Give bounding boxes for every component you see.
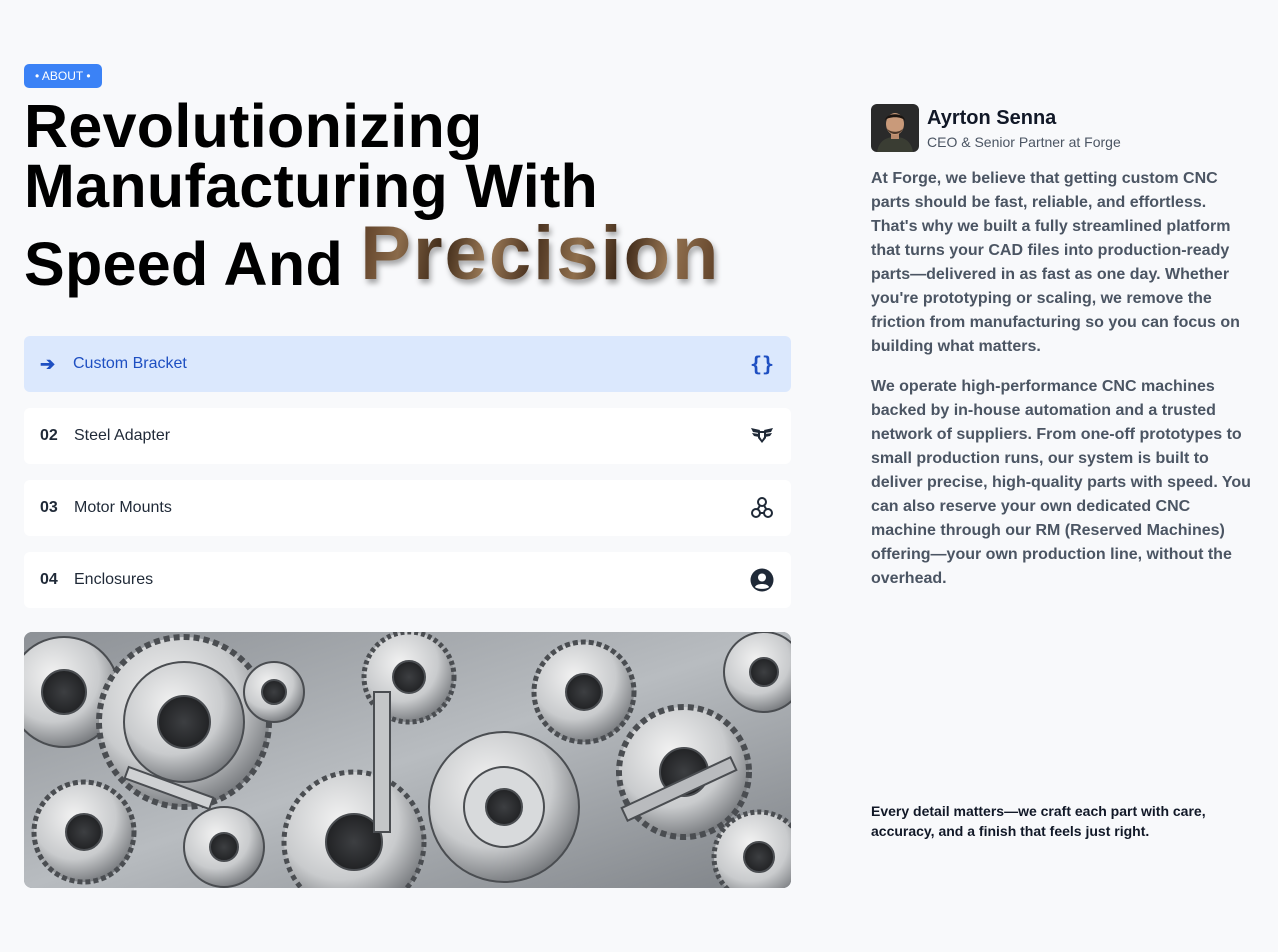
headline-line-3: Speed And Precision: [24, 216, 804, 295]
profile-role: CEO & Senior Partner at Forge: [927, 133, 1121, 150]
headline-highlight: Precision: [360, 211, 721, 296]
service-item-enclosures[interactable]: 04 Enclosures: [24, 552, 791, 608]
machinery-gears-image: [24, 632, 791, 888]
service-label: Motor Mounts: [74, 499, 172, 516]
user-circle-icon: [749, 567, 775, 593]
service-number: 04: [40, 571, 58, 588]
about-badge: • ABOUT •: [24, 64, 102, 88]
service-number: 02: [40, 427, 58, 444]
service-number: 03: [40, 499, 58, 516]
headline-prefix: Speed And: [24, 230, 344, 298]
service-label: Steel Adapter: [74, 427, 171, 444]
svg-text:{}: {}: [750, 352, 774, 376]
about-paragraph-1: At Forge, we believe that getting custom…: [871, 170, 1240, 355]
headline-line-1: Revolutionizing: [24, 92, 483, 160]
arrow-right-icon: ➔: [40, 353, 56, 374]
headline-line-2: Manufacturing With: [24, 152, 599, 220]
service-item-motor-mounts[interactable]: 03 Motor Mounts: [24, 480, 791, 536]
service-label: Enclosures: [74, 571, 154, 588]
winged-shield-icon: [749, 423, 775, 449]
nodes-icon: [749, 495, 775, 521]
ceo-profile: Ayrton Senna CEO & Senior Partner at For…: [871, 104, 1121, 152]
about-paragraph-2: We operate high-performance CNC machines…: [871, 378, 1251, 587]
code-braces-icon: {}: [749, 351, 775, 377]
page-title: Revolutionizing Manufacturing With Speed…: [24, 92, 804, 295]
avatar: [871, 104, 919, 152]
tagline: Every detail matters—we craft each part …: [871, 803, 1206, 839]
service-label: Custom Bracket: [73, 355, 187, 372]
service-item-steel-adapter[interactable]: 02 Steel Adapter: [24, 408, 791, 464]
profile-name: Ayrton Senna: [927, 106, 1057, 129]
service-item-custom-bracket[interactable]: ➔ Custom Bracket {}: [24, 336, 791, 392]
